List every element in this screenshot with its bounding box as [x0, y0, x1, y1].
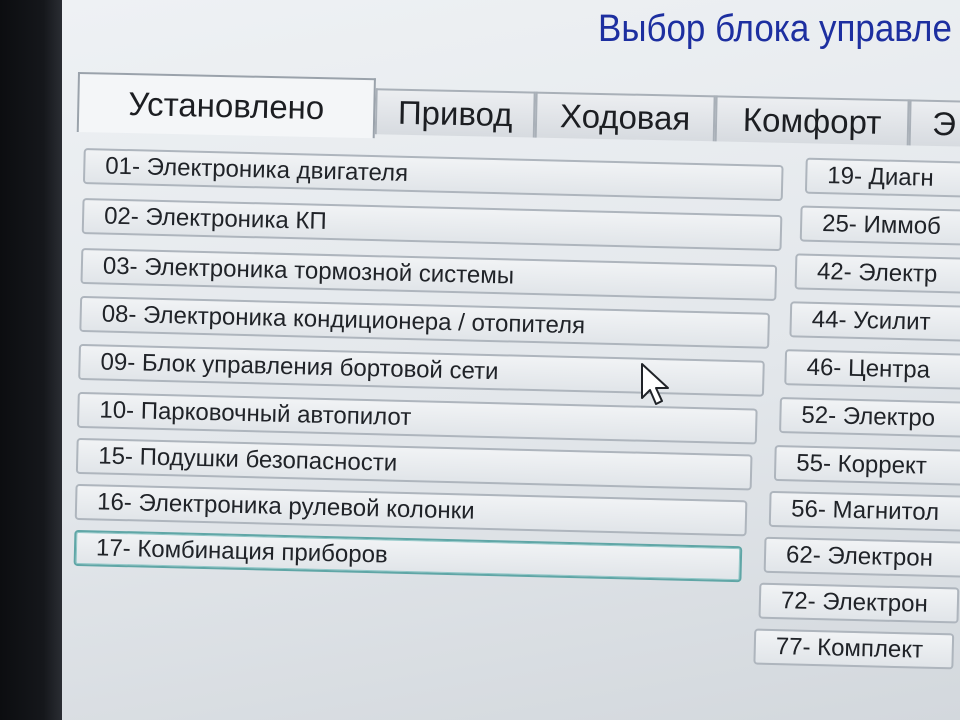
tab-installed[interactable]: Установлено: [76, 72, 376, 139]
tab-drive[interactable]: Привод: [374, 88, 536, 138]
unit-15-button[interactable]: 15- Подушки безопасности: [75, 437, 753, 491]
monitor-bezel: [0, 0, 62, 720]
unit-42-button[interactable]: 42- Электр: [794, 253, 960, 295]
unit-46-button[interactable]: 46- Центра: [784, 349, 960, 391]
app-window: Выбор блока управле Установлено Привод Х…: [62, 0, 960, 720]
unit-44-button[interactable]: 44- Усилит: [789, 301, 960, 343]
unit-17-button[interactable]: 17- Комбинация приборов: [73, 529, 743, 583]
unit-55-button[interactable]: 55- Коррект: [773, 444, 960, 486]
window-title: Выбор блока управле: [598, 8, 952, 50]
mouse-pointer-icon: [641, 363, 669, 405]
unit-62-button[interactable]: 62- Электрон: [763, 536, 960, 578]
unit-52-button[interactable]: 52- Электро: [779, 397, 960, 438]
unit-16-button[interactable]: 16- Электроника рулевой колонки: [74, 483, 748, 537]
tab-comfort[interactable]: Комфорт: [714, 95, 910, 146]
unit-56-button[interactable]: 56- Магнитол: [768, 490, 960, 532]
unit-19-button[interactable]: 19- Диагн: [804, 157, 960, 199]
unit-08-button[interactable]: 08- Электроника кондиционера / отопителя: [79, 295, 770, 349]
control-unit-list: 01- Электроника двигателя 02- Электроник…: [70, 140, 960, 720]
unit-77-button[interactable]: 77- Комплект: [753, 628, 955, 670]
unit-01-button[interactable]: 01- Электроника двигателя: [82, 147, 784, 202]
unit-72-button[interactable]: 72- Электрон: [758, 582, 960, 624]
unit-03-button[interactable]: 03- Электроника тормозной системы: [80, 247, 778, 301]
tab-chassis[interactable]: Ходовая: [534, 91, 716, 142]
unit-25-button[interactable]: 25- Иммоб: [799, 205, 960, 247]
tab-electrics[interactable]: Э: [908, 99, 960, 147]
unit-02-button[interactable]: 02- Электроника КП: [81, 197, 783, 252]
